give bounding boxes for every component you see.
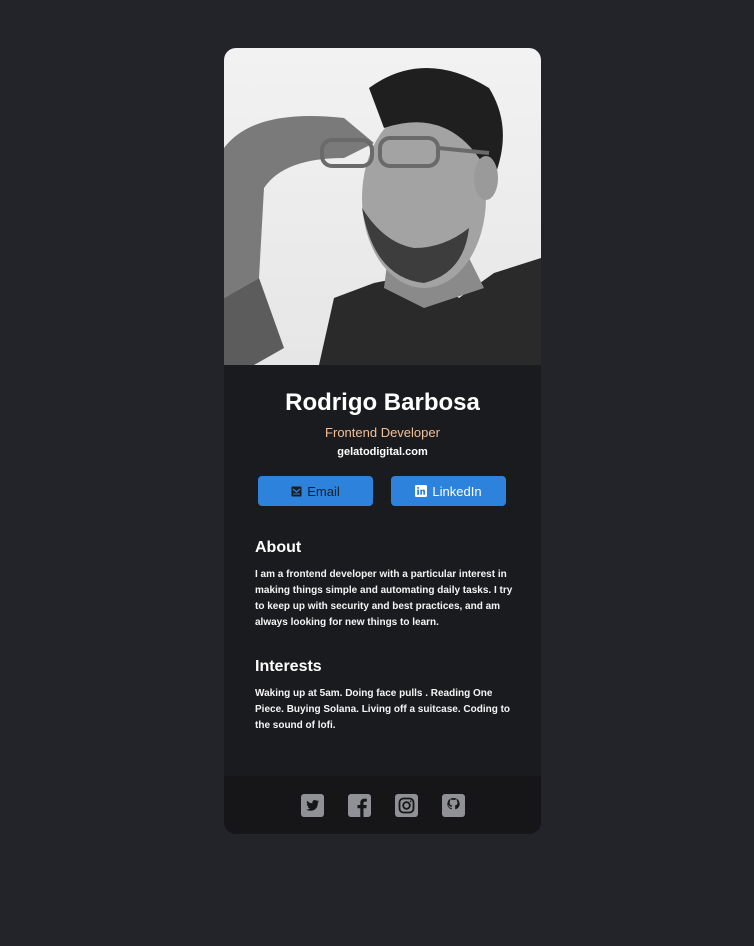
instagram-icon[interactable] — [394, 793, 418, 817]
profile-website[interactable]: gelatodigital.com — [224, 446, 541, 458]
profile-card: Rodrigo Barbosa Frontend Developer gelat… — [224, 48, 541, 834]
social-footer — [224, 776, 541, 834]
facebook-icon[interactable] — [347, 793, 371, 817]
email-button[interactable]: Email — [258, 476, 373, 506]
linkedin-button-label: LinkedIn — [432, 483, 482, 499]
about-heading: About — [255, 539, 302, 556]
twitter-icon[interactable] — [300, 793, 324, 817]
profile-photo — [224, 48, 541, 365]
profile-name: Rodrigo Barbosa — [285, 389, 480, 416]
interests-text: Waking up at 5am. Doing face pulls . Rea… — [255, 688, 511, 731]
interests-heading: Interests — [255, 658, 322, 675]
profile-title: Frontend Developer — [325, 425, 440, 440]
linkedin-icon — [415, 485, 428, 497]
github-icon[interactable] — [441, 793, 465, 817]
envelope-icon — [291, 486, 302, 497]
about-text: I am a frontend developer with a particu… — [255, 569, 513, 628]
email-button-label: Email — [307, 483, 340, 499]
linkedin-button[interactable]: LinkedIn — [391, 476, 506, 506]
